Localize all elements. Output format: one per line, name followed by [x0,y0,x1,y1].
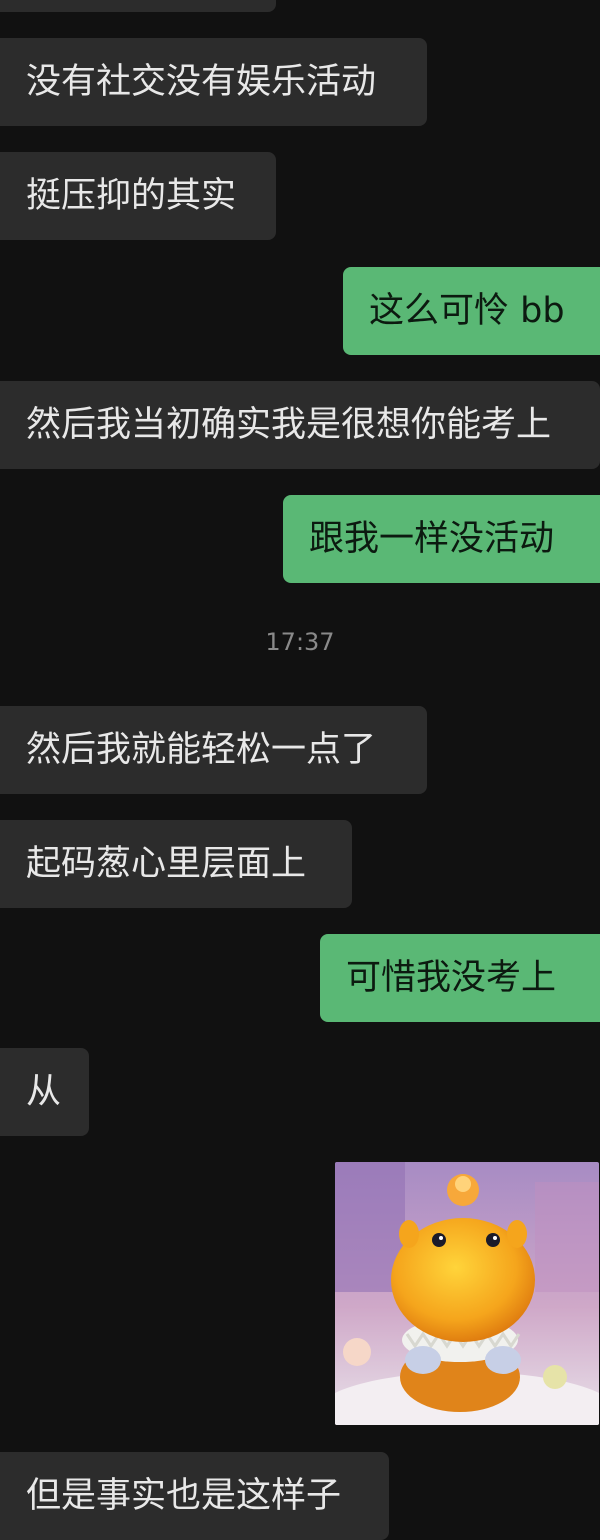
message-bubble-incoming[interactable]: 然后我当初确实我是很想你能考上 [0,381,600,469]
message-bubble-outgoing[interactable]: 这么可怜 bb [343,267,600,355]
message-bubble-incoming-partial[interactable] [0,0,276,12]
message-bubble-incoming[interactable]: 起码葱心里层面上 [0,820,352,908]
message-bubble-incoming[interactable]: 没有社交没有娱乐活动 [0,38,427,126]
message-bubble-incoming[interactable]: 从 [0,1048,89,1136]
message-timestamp: 17:37 [265,628,335,656]
message-bubble-incoming[interactable]: 但是事实也是这样子 [0,1452,389,1540]
sticker-message[interactable] [335,1162,599,1425]
yellow-dinosaur-toy-sticker-icon [335,1162,599,1425]
message-bubble-outgoing[interactable]: 可惜我没考上 [320,934,600,1022]
message-bubble-outgoing[interactable]: 跟我一样没活动 [283,495,600,583]
message-bubble-incoming[interactable]: 挺压抑的其实 [0,152,276,240]
message-bubble-incoming[interactable]: 然后我就能轻松一点了 [0,706,427,794]
